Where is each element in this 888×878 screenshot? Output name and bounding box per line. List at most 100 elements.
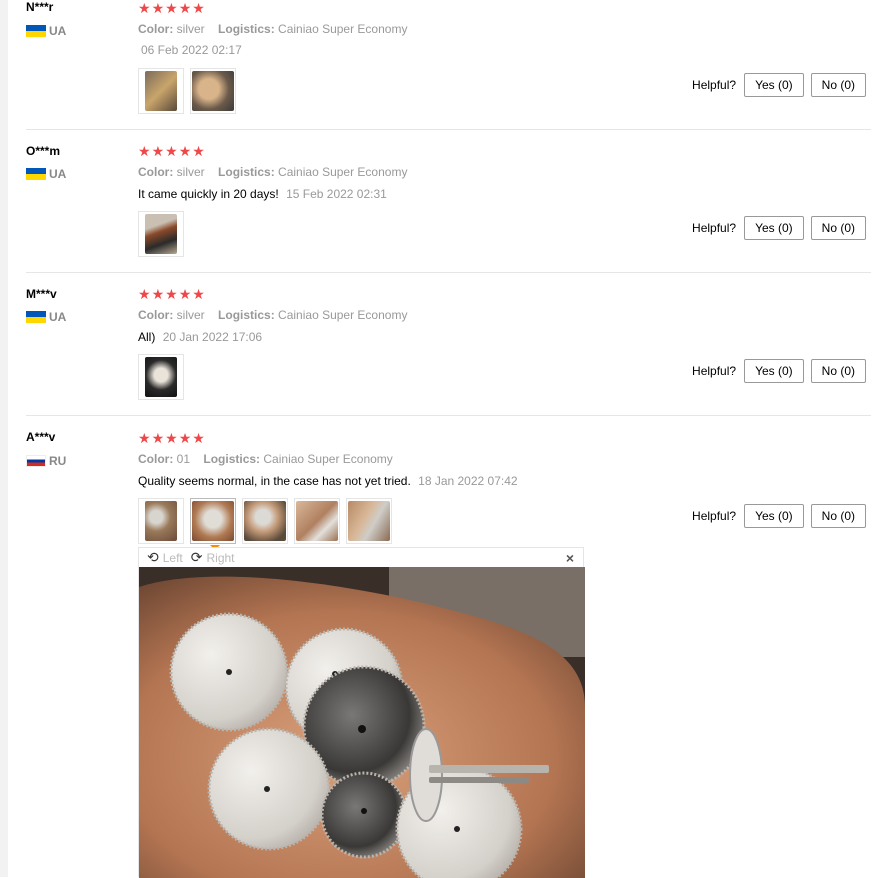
star-icon: ★ [138,0,151,16]
star-icon: ★ [178,0,192,16]
color-value: silver [176,308,205,322]
star-rating: ★ ★ ★ ★ ★ [138,431,205,445]
order-attributes: Color: silver Logistics: Cainiao Super E… [138,22,417,36]
logistics-label: Logistics: [218,22,275,36]
photo-thumbnail[interactable] [190,68,236,114]
country-code: UA [49,310,67,324]
order-attributes: Color: silver Logistics: Cainiao Super E… [138,165,417,179]
review-date: 20 Jan 2022 17:06 [162,330,263,344]
rotate-left-button[interactable]: ⟲ Left [147,549,183,566]
enlarged-photo [139,567,585,878]
saw-blades-photo [139,567,585,878]
logistics-value: Cainiao Super Economy [278,165,408,179]
ua-flag-icon [26,311,46,323]
rotate-right-label: Right [206,550,235,565]
viewer-toolbar: ⟲ Left ⟳ Right × [139,548,583,567]
star-icon: ★ [178,286,192,302]
ua-flag-icon [26,168,46,180]
logistics-value: Cainiao Super Economy [278,22,408,36]
reviewer-country: UA [26,24,66,38]
star-icon: ★ [178,143,192,159]
color-value: 01 [176,452,191,466]
star-icon: ★ [151,0,165,16]
helpful-controls: Helpful? Yes (0) No (0) [692,359,866,383]
helpful-yes-button[interactable]: Yes (0) [744,504,804,528]
logistics-label: Logistics: [218,308,275,322]
photo-thumbnail[interactable] [138,498,184,544]
review-date: 06 Feb 2022 02:17 [141,43,242,57]
helpful-yes-button[interactable]: Yes (0) [744,359,804,383]
star-rating: ★ ★ ★ ★ ★ [138,287,205,301]
helpful-no-button[interactable]: No (0) [810,504,866,528]
photo-thumbnail[interactable] [294,498,340,544]
star-rating: ★ ★ ★ ★ ★ [138,1,205,15]
color-value: silver [176,165,205,179]
rotate-left-label: Left [162,550,183,565]
photo-thumbnail[interactable] [138,354,184,400]
country-code: UA [49,24,67,38]
photo-thumbnail[interactable] [138,68,184,114]
review-text-line: It came quickly in 20 days! 15 Feb 2022 … [138,187,387,201]
review-date: 18 Jan 2022 07:42 [418,474,518,488]
helpful-label: Helpful? [692,221,737,235]
star-icon: ★ [151,430,165,446]
divider [26,415,871,416]
rotate-right-icon: ⟳ [190,549,203,565]
star-icon: ★ [165,0,178,16]
reviewer-name: N***r [26,0,54,14]
left-gutter [0,0,8,877]
helpful-controls: Helpful? Yes (0) No (0) [692,504,866,528]
review-item: M***v UA ★ ★ ★ ★ ★ Color: silver Logisti… [26,286,871,414]
photo-thumbnail[interactable] [138,211,184,257]
logistics-label: Logistics: [203,452,261,466]
star-icon: ★ [192,430,205,446]
star-icon: ★ [192,286,205,302]
helpful-yes-button[interactable]: Yes (0) [744,73,804,97]
review-photos [138,68,236,114]
star-icon: ★ [178,430,192,446]
review-date: 15 Feb 2022 02:31 [286,187,387,201]
helpful-controls: Helpful? Yes (0) No (0) [692,216,866,240]
photo-thumbnail-selected[interactable] [190,498,236,550]
photo-thumbnail[interactable] [242,498,288,544]
star-icon: ★ [192,143,205,159]
order-attributes: Color: 01 Logistics: Cainiao Super Econo… [138,452,403,466]
color-label: Color: [138,165,174,179]
close-icon[interactable]: × [566,550,574,566]
color-label: Color: [138,22,174,36]
color-label: Color: [138,308,174,322]
helpful-label: Helpful? [692,364,737,378]
star-icon: ★ [192,0,205,16]
review-item: N***r UA ★ ★ ★ ★ ★ Color: silver Logisti… [26,0,871,128]
star-icon: ★ [165,286,178,302]
helpful-no-button[interactable]: No (0) [810,216,866,240]
star-icon: ★ [165,143,178,159]
country-code: UA [49,167,67,181]
rotate-left-icon: ⟲ [147,549,159,565]
helpful-yes-button[interactable]: Yes (0) [744,216,804,240]
reviewer-country: UA [26,167,66,181]
helpful-label: Helpful? [692,509,737,523]
logistics-value: Cainiao Super Economy [278,308,408,322]
divider [26,129,871,130]
rotate-right-button[interactable]: ⟳ Right [191,549,235,566]
star-icon: ★ [138,143,151,159]
reviewer-name: A***v [26,430,56,444]
photo-viewer: ⟲ Left ⟳ Right × [138,547,585,878]
order-attributes: Color: silver Logistics: Cainiao Super E… [138,308,417,322]
star-icon: ★ [138,286,151,302]
ru-flag-icon [26,455,46,467]
helpful-label: Helpful? [692,78,737,92]
logistics-label: Logistics: [218,165,275,179]
review-photos [138,354,184,400]
photo-thumbnail[interactable] [346,498,392,544]
review-text-line: All) 20 Jan 2022 17:06 [138,330,262,344]
review-text-line: Quality seems normal, in the case has no… [138,474,518,488]
reviewer-country: RU [26,454,66,468]
review-text: All) [138,330,156,344]
helpful-controls: Helpful? Yes (0) No (0) [692,73,866,97]
color-label: Color: [138,452,174,466]
helpful-no-button[interactable]: No (0) [810,359,866,383]
helpful-no-button[interactable]: No (0) [810,73,866,97]
logistics-value: Cainiao Super Economy [263,452,393,466]
